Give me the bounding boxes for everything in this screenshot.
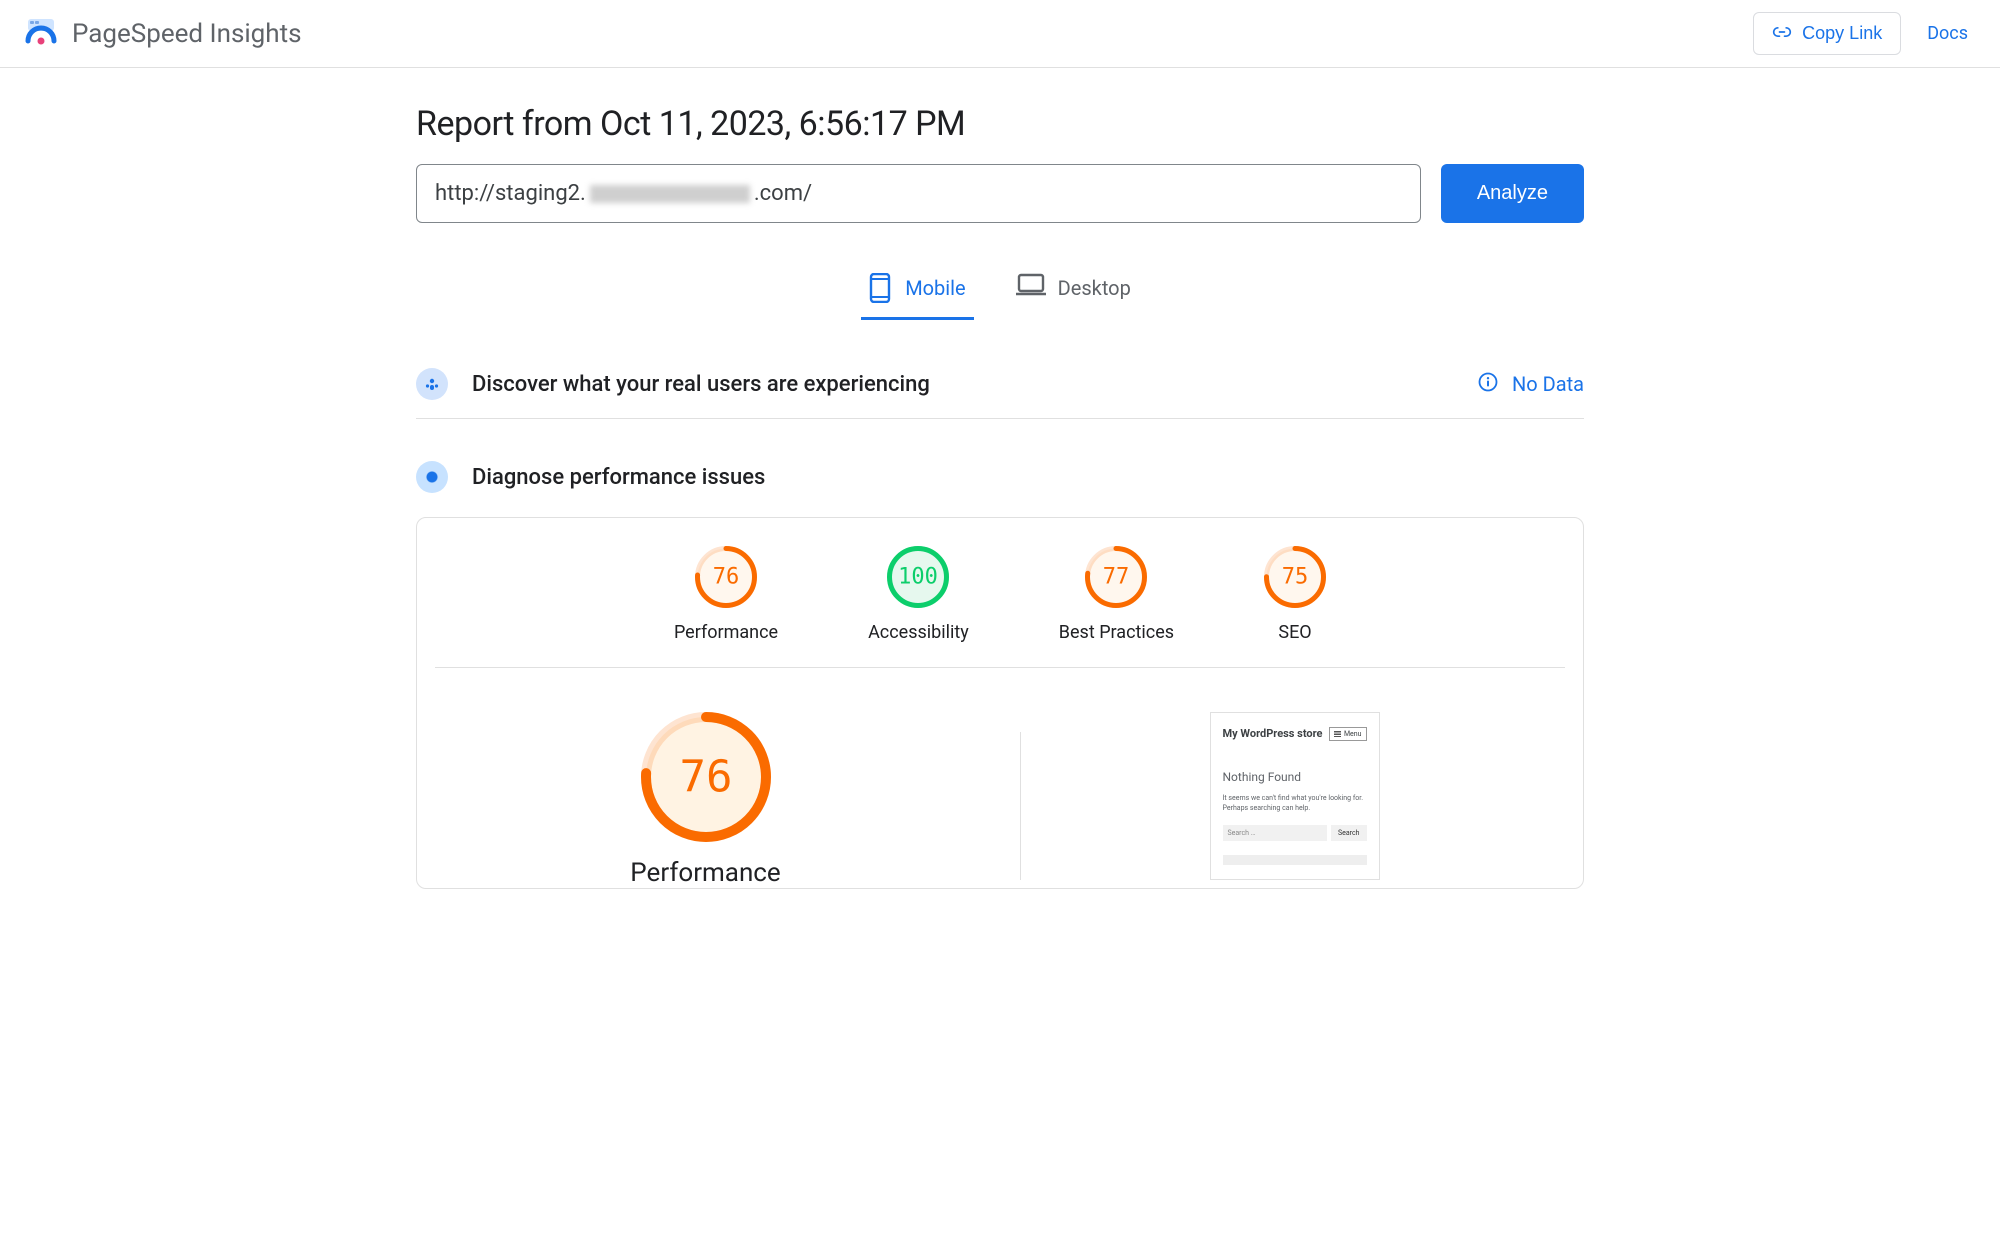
site-preview-col: My WordPress store Menu Nothing Found It… (1020, 712, 1569, 880)
header-right: Copy Link Docs (1753, 12, 1976, 55)
svg-text:77: 77 (1103, 565, 1130, 590)
svg-text:76: 76 (679, 752, 732, 803)
gauge-label: Accessibility (868, 622, 969, 643)
url-redacted-segment (590, 185, 750, 203)
copy-link-label: Copy Link (1802, 23, 1882, 44)
users-icon (416, 368, 448, 400)
url-row: http://staging2. .com/ Analyze (416, 164, 1584, 223)
site-preview-search-button: Search (1331, 825, 1367, 841)
site-preview-heading: Nothing Found (1223, 770, 1367, 784)
site-preview-menu-label: Menu (1344, 730, 1362, 738)
gauges-row: 76 Performance 100 Accessibility 77 Best… (431, 546, 1569, 643)
tab-mobile[interactable]: Mobile (861, 263, 973, 320)
hamburger-icon (1334, 731, 1341, 737)
url-value-suffix: .com/ (754, 181, 812, 206)
tab-mobile-label: Mobile (905, 276, 965, 300)
app-header: PageSpeed Insights Copy Link Docs (0, 0, 2000, 68)
desktop-icon (1016, 273, 1046, 303)
scores-panel: 76 Performance 100 Accessibility 77 Best… (416, 517, 1584, 889)
gauge-seo[interactable]: 75 SEO (1264, 546, 1326, 643)
docs-link[interactable]: Docs (1919, 23, 1976, 44)
no-data-indicator[interactable]: No Data (1478, 372, 1584, 397)
svg-text:76: 76 (713, 565, 740, 590)
site-preview-search-box: Search … (1223, 825, 1327, 841)
gauge-label: SEO (1264, 622, 1326, 643)
tab-desktop-label: Desktop (1058, 276, 1131, 300)
gauge-label: Performance (674, 622, 778, 643)
tab-desktop[interactable]: Desktop (1008, 263, 1139, 320)
site-preview-title: My WordPress store (1223, 727, 1323, 742)
info-icon (1478, 372, 1498, 397)
real-users-section: Discover what your real users are experi… (416, 350, 1584, 419)
site-preview-menu: Menu (1329, 727, 1367, 741)
gauge-performance[interactable]: 76 Performance (674, 546, 778, 643)
performance-big-gauge-col: 76 Performance (431, 712, 980, 888)
main-container: Report from Oct 11, 2023, 6:56:17 PM htt… (400, 104, 1600, 889)
site-preview-search: Search … Search (1223, 825, 1367, 841)
no-data-label: No Data (1512, 372, 1584, 396)
radar-icon (416, 461, 448, 493)
svg-text:75: 75 (1282, 565, 1309, 590)
gauge-accessibility[interactable]: 100 Accessibility (868, 546, 969, 643)
performance-big-gauge: 76 (641, 712, 771, 842)
header-left: PageSpeed Insights (24, 17, 302, 51)
site-preview-footer (1223, 855, 1367, 865)
url-input[interactable]: http://staging2. .com/ (416, 164, 1421, 223)
diagnose-section: Diagnose performance issues (416, 443, 1584, 511)
link-icon (1772, 23, 1792, 44)
copy-link-button[interactable]: Copy Link (1753, 12, 1901, 55)
gauge-label: Best Practices (1059, 622, 1174, 643)
site-preview: My WordPress store Menu Nothing Found It… (1210, 712, 1380, 880)
analyze-button[interactable]: Analyze (1441, 164, 1584, 223)
site-preview-text: It seems we can't find what you're looki… (1223, 794, 1367, 814)
real-users-title: Discover what your real users are experi… (472, 372, 1454, 397)
mobile-icon (869, 273, 893, 303)
performance-big-gauge-label: Performance (630, 858, 780, 888)
gauges-separator (435, 667, 1565, 668)
device-tabs: Mobile Desktop (416, 263, 1584, 320)
report-title: Report from Oct 11, 2023, 6:56:17 PM (416, 104, 1584, 144)
pagespeed-logo-icon (24, 17, 58, 51)
gauge-best-practices[interactable]: 77 Best Practices (1059, 546, 1174, 643)
svg-text:100: 100 (899, 565, 939, 590)
url-value-prefix: http://staging2. (435, 181, 586, 206)
app-title: PageSpeed Insights (72, 19, 302, 49)
performance-detail-row: 76 Performance My WordPress store Menu N… (431, 712, 1569, 888)
diagnose-title: Diagnose performance issues (472, 465, 1584, 490)
